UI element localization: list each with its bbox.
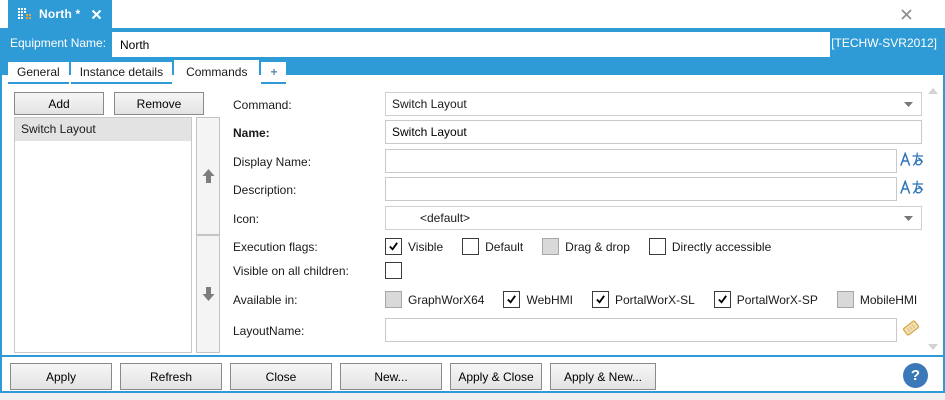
display-name-input[interactable]: [385, 149, 897, 173]
scroll-down-hint-icon: [928, 344, 938, 350]
checkbox-graphworx64-label: GraphWorX64: [408, 292, 485, 307]
scroll-up-hint-icon: [928, 88, 938, 94]
execution-flags-label: Execution flags:: [233, 240, 318, 254]
checkbox-directly-accessible-label: Directly accessible: [671, 239, 772, 254]
remove-button[interactable]: Remove: [114, 92, 204, 115]
equipment-building-icon: [18, 7, 32, 21]
checkbox-mobilehmi[interactable]: [836, 291, 854, 308]
checkbox-portalworx-sl[interactable]: [591, 291, 609, 308]
checkbox-visible-on-all-children[interactable]: [385, 262, 402, 279]
checkbox-drag-drop[interactable]: [542, 238, 560, 255]
execution-flags-group: Visible Default Drag & drop Directly acc…: [385, 238, 771, 255]
checkbox-mobilehmi-label: MobileHMI: [859, 292, 918, 307]
localize-text-icon[interactable]: [900, 179, 924, 195]
display-name-label: Display Name:: [233, 155, 312, 169]
document-tab[interactable]: North *: [8, 0, 113, 28]
tab-instance-details[interactable]: Instance details: [70, 62, 173, 84]
checkbox-webhmi-label: WebHMI: [526, 292, 573, 307]
up-arrow-icon: [202, 168, 215, 184]
help-button[interactable]: ?: [903, 363, 928, 388]
apply-new-button[interactable]: Apply & New...: [550, 363, 656, 390]
window-close-icon[interactable]: [896, 5, 916, 23]
checkbox-default[interactable]: [462, 238, 480, 255]
dropdown-arrow-icon: [904, 101, 915, 107]
apply-button[interactable]: Apply: [10, 363, 112, 390]
checkbox-visible[interactable]: [385, 238, 402, 255]
icon-select[interactable]: <default>: [385, 206, 922, 230]
server-name-badge: [TECHW-SVR2012]: [831, 36, 937, 50]
name-input[interactable]: [385, 120, 922, 144]
name-label: Name:: [233, 126, 270, 140]
available-in-group: GraphWorX64 WebHMI PortalWorX-SL PortalW…: [385, 291, 917, 308]
layoutname-label: LayoutName:: [233, 324, 305, 338]
refresh-button[interactable]: Refresh: [120, 363, 222, 390]
command-value: Switch Layout: [392, 97, 467, 111]
layoutname-input[interactable]: [385, 318, 897, 342]
checkbox-graphworx64[interactable]: [385, 291, 402, 308]
document-tab-title: North *: [39, 7, 81, 21]
equipment-dialog: North * Equipment Name: [TECHW-SVR2012] …: [0, 0, 945, 400]
visible-on-all-children-label: Visible on all children:: [233, 264, 349, 278]
icon-label: Icon:: [233, 212, 260, 226]
list-item-switch-layout[interactable]: Switch Layout: [15, 118, 191, 141]
down-arrow-icon: [202, 286, 215, 302]
close-button[interactable]: Close: [230, 363, 332, 390]
add-button[interactable]: Add: [14, 92, 104, 115]
tab-commands[interactable]: Commands: [174, 60, 260, 84]
document-tab-close-icon[interactable]: [91, 9, 102, 20]
available-in-label: Available in:: [233, 293, 298, 307]
localize-text-icon[interactable]: [900, 151, 924, 167]
new-button[interactable]: New...: [340, 363, 442, 390]
checkbox-portalworx-sp[interactable]: [713, 291, 731, 308]
dropdown-arrow-icon: [904, 215, 915, 221]
checkbox-drag-drop-label: Drag & drop: [565, 239, 630, 254]
equipment-name-input[interactable]: [112, 32, 830, 57]
equipment-name-label: Equipment Name:: [10, 36, 107, 50]
checkbox-portalworx-sp-label: PortalWorX-SP: [736, 292, 818, 307]
move-down-button[interactable]: [196, 235, 220, 353]
description-input[interactable]: [385, 177, 897, 201]
question-icon: ?: [910, 367, 921, 384]
tab-bar: General Instance details Commands +: [8, 60, 287, 84]
checkbox-default-label: Default: [485, 239, 524, 254]
tag-icon[interactable]: [901, 318, 921, 338]
checkbox-portalworx-sl-label: PortalWorX-SL: [614, 292, 695, 307]
checkbox-webhmi[interactable]: [503, 291, 521, 308]
icon-value: <default>: [420, 211, 471, 225]
visible-on-all-children-group: [385, 262, 408, 279]
dialog-border-left: [0, 28, 2, 393]
apply-close-button[interactable]: Apply & Close: [450, 363, 542, 390]
commands-list[interactable]: Switch Layout: [14, 117, 192, 353]
footer-separator: [2, 355, 943, 357]
description-label: Description:: [233, 183, 297, 197]
command-label: Command:: [233, 98, 292, 112]
tab-add-new[interactable]: +: [261, 62, 287, 84]
checkbox-visible-label: Visible: [408, 239, 444, 254]
move-up-button[interactable]: [196, 117, 220, 235]
footer-button-bar: Apply Refresh Close New... Apply & Close…: [10, 363, 656, 390]
tab-general[interactable]: General: [8, 62, 69, 84]
bottom-strip: [0, 393, 945, 400]
checkbox-directly-accessible[interactable]: [648, 238, 666, 255]
command-select[interactable]: Switch Layout: [385, 92, 922, 116]
